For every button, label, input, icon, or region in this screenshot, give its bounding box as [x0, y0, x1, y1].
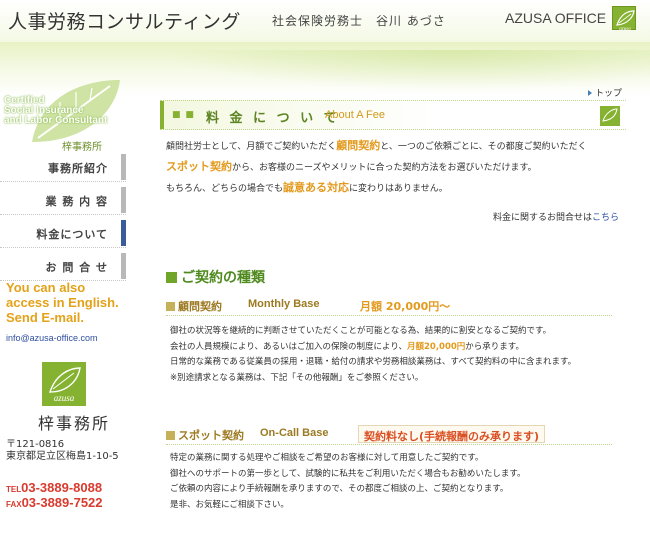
plan-name: スポット契約 — [166, 427, 244, 443]
certified-leaf-banner: Certified Social Insurance and Labor Con… — [0, 78, 125, 153]
intro-text: 顧問社労士として、月額でご契約いただく顧問契約と、一つのご依頼ごとに、その都度ご… — [166, 139, 587, 194]
square-bullet-icon — [166, 272, 177, 283]
leaf-icon — [600, 106, 620, 126]
plan-monthly-body: 御社の状況等を継続的に判断させていただくことが可能となる為、結果的に割安となるご… — [170, 326, 577, 383]
tel-number: TEL03-3889-8088 — [6, 480, 103, 495]
office-name: AZUSA OFFICE — [505, 10, 607, 26]
site-title: 人事労務コンサルティング — [8, 11, 241, 33]
nav-item-services[interactable]: 業 務 内 容 — [0, 185, 126, 215]
nav-item-contact[interactable]: お 問 合 せ — [0, 251, 126, 281]
office-address: 〒121-0816 東京都足立区梅島1-10-5 — [6, 439, 119, 462]
nav-item-fees[interactable]: 料金について — [0, 218, 126, 248]
english-access-link[interactable]: You can also access in English. Send E-m… — [6, 280, 119, 325]
nav-item-office-intro[interactable]: 事務所紹介 — [0, 152, 126, 182]
plan-monthly-header: 顧問契約 Monthly Base 月額 20,000円～ — [166, 296, 612, 316]
site-header: 人事労務コンサルティング 社会保険労務士 谷川 あづさ AZUSA OFFICE… — [0, 0, 650, 42]
plan-name-en: Monthly Base — [248, 298, 320, 310]
fee-inquiry: 料金に関するお問合せはこちら — [493, 213, 620, 223]
office-name-jp: 梓事務所 — [38, 414, 111, 433]
arrow-right-icon — [588, 90, 592, 96]
email-link[interactable]: info@azusa-office.com — [6, 333, 98, 343]
inquiry-link[interactable]: こちら — [592, 213, 619, 223]
section-bar — [160, 101, 164, 129]
certified-text: Certified Social Insurance and Labor Con… — [4, 95, 108, 126]
plan-name-en: On-Call Base — [260, 427, 329, 439]
square-bullet-icon — [166, 302, 175, 311]
plan-name: 顧問契約 — [166, 298, 222, 314]
svg-text:azusa: azusa — [619, 27, 631, 31]
section-title-en: About A Fee — [325, 109, 385, 121]
leaf-icon: azusa — [616, 10, 635, 31]
dots-icon: ■ ■ — [172, 110, 195, 120]
plan-price: 月額 20,000円～ — [360, 300, 451, 313]
azusa-leaf-logo[interactable]: azusa — [612, 6, 636, 31]
azusa-logo: azusa — [42, 362, 86, 406]
plan-spot-header: スポット契約 On-Call Base 契約料なし(手続報酬のみ承ります) — [166, 425, 612, 445]
section-header: ■ ■ 料 金 に つ い て About A Fee — [160, 100, 626, 130]
top-link[interactable]: トップ — [588, 86, 622, 99]
sidebar-nav: 事務所紹介 業 務 内 容 料金について お 問 合 せ — [0, 152, 126, 284]
section-title-jp: 料 金 に つ い て — [206, 111, 340, 126]
office-sub-label: 梓事務所 — [62, 142, 102, 153]
square-bullet-icon — [166, 431, 175, 440]
plan-spot-body: 特定の業務に関する処理やご相談をご希望のお客様に対して用意したご契約です。 御社… — [170, 453, 526, 510]
plan-price: 契約料なし(手続報酬のみ承ります) — [358, 425, 546, 443]
contracts-title: ご契約の種類 — [166, 267, 265, 287]
fax-number: FAX03-3889-7522 — [6, 495, 103, 510]
site-subtitle: 社会保険労務士 谷川 あづさ — [272, 14, 446, 28]
